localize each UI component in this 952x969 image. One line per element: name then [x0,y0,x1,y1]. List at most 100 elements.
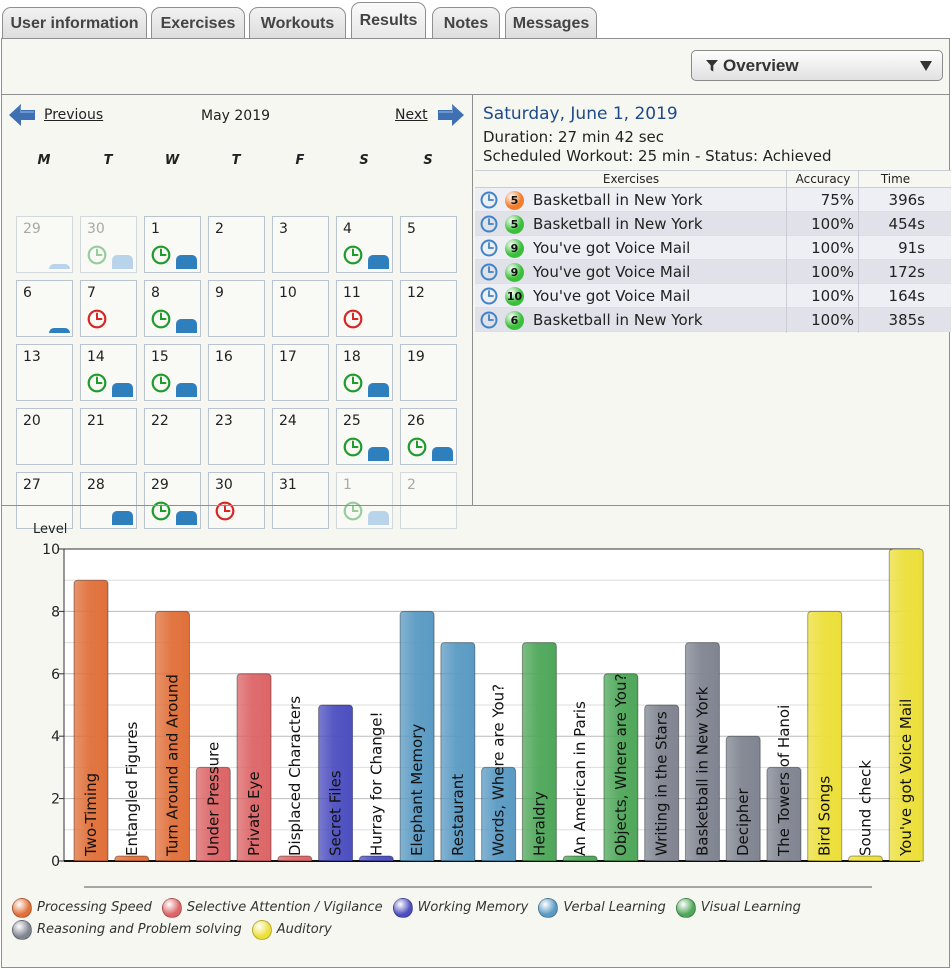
table-row[interactable]: 9 You've got Voice Mail 100% 91s [475,236,951,260]
arrow-right-icon[interactable] [438,103,464,127]
day-number: 20 [23,413,41,429]
exercise-name: You've got Voice Mail [533,287,691,305]
tab-notes[interactable]: Notes [432,7,500,40]
y-tick-label: 2 [51,792,60,808]
tab-user-information[interactable]: User information [2,7,147,40]
table-row[interactable]: 10 You've got Voice Mail 100% 164s [475,284,951,308]
calendar-day[interactable]: 11 [336,280,393,337]
weekday-label: W [164,153,180,168]
calendar-day[interactable]: 6 [16,280,73,337]
weekday-label: S [359,153,369,168]
legend-swatch [12,897,32,918]
day-number: 11 [343,285,361,301]
legend-swatch [538,897,559,918]
calendar-day[interactable]: 12 [400,280,457,337]
clock-icon [480,239,498,261]
day-number: 21 [87,413,105,429]
calendar-day[interactable]: 17 [272,344,329,401]
day-number: 6 [23,285,32,301]
bar-label: Restaurant [449,774,467,856]
calendar-day[interactable]: 20 [16,408,73,465]
filter-icon [706,60,718,72]
level-badge: 5 [505,191,524,210]
calendar-day[interactable]: 4 [336,216,393,273]
calendar-day[interactable]: 25 [336,408,393,465]
legend-label: Selective Attention / Vigilance [186,900,383,915]
day-number: 13 [23,349,41,365]
calendar-day[interactable]: 14 [80,344,137,401]
column-divider [786,170,787,333]
bar-label: Sound check [856,760,874,856]
duration-bar [112,383,133,397]
bar-label: Objects, Where are You? [612,674,630,856]
day-number: 3 [279,221,288,237]
table-row[interactable]: 5 Basketball in New York 100% 454s [475,212,951,236]
tab-bar: User information Exercises Workouts Resu… [0,0,952,40]
calendar-day[interactable]: 8 [144,280,201,337]
legend-item: Visual Learning [675,897,801,919]
completed-clock-icon [343,373,363,397]
accuracy-value: 100% [811,311,854,329]
calendar-day[interactable]: 24 [272,408,329,465]
clock-icon [480,263,498,285]
calendar-day[interactable]: 16 [208,344,265,401]
exercise-name: Basketball in New York [533,191,703,209]
time-value: 164s [888,287,925,305]
calendar-day[interactable]: 3 [272,216,329,273]
arrow-left-icon[interactable] [9,103,35,127]
calendar-day[interactable]: 10 [272,280,329,337]
day-number: 25 [343,413,361,429]
table-row[interactable]: 9 You've got Voice Mail 100% 172s [475,260,951,284]
legend-item: Auditory [251,919,332,941]
calendar-day[interactable]: 22 [144,408,201,465]
clock-icon [480,311,498,333]
calendar-day[interactable]: 9 [208,280,265,337]
level-bar-chart: 0 2 4 6 8 10 Level Two-Timing Entangled Figures T… [33,522,924,888]
bar-label: Basketball in New York [693,686,711,856]
duration-bar [368,383,389,397]
tab-exercises[interactable]: Exercises [151,7,245,40]
table-row[interactable]: 6 Basketball in New York 100% 385s [475,308,951,332]
duration-bar [176,383,197,397]
time-value: 91s [898,239,925,257]
weekday-label: M [37,153,51,168]
column-accuracy: Accuracy [795,172,851,186]
clock-icon [480,287,498,309]
scheduled-text: Scheduled Workout: 25 min - Status: Achi… [483,147,832,165]
day-number: 9 [215,285,224,301]
exercise-name: You've got Voice Mail [533,263,691,281]
calendar-day[interactable]: 7 [80,280,137,337]
calendar-day[interactable]: 19 [400,344,457,401]
calendar-day[interactable]: 1 [144,216,201,273]
accuracy-value: 100% [811,239,854,257]
bar-label: Elephant Memory [408,724,426,856]
tab-workouts[interactable]: Workouts [249,7,346,40]
calendar-day[interactable]: 30 [80,216,137,273]
exercise-name: Basketball in New York [533,215,703,233]
previous-month-link[interactable]: Previous [44,107,103,123]
calendar-day[interactable]: 26 [400,408,457,465]
calendar-day[interactable]: 29 [16,216,73,273]
level-badge: 5 [505,215,524,234]
legend-label: Verbal Learning [563,900,666,915]
calendar-day[interactable]: 21 [80,408,137,465]
calendar-day[interactable]: 15 [144,344,201,401]
calendar-day[interactable]: 18 [336,344,393,401]
tab-results[interactable]: Results [351,2,426,40]
calendar-day[interactable]: 23 [208,408,265,465]
calendar-day[interactable]: 2 [208,216,265,273]
next-month-link[interactable]: Next [395,107,428,123]
tab-messages[interactable]: Messages [505,7,597,40]
legend-item: Reasoning and Problem solving [12,919,242,941]
accuracy-value: 75% [820,191,854,209]
bar-label: You've got Voice Mail [897,699,915,857]
calendar-day[interactable]: 13 [16,344,73,401]
day-number: 24 [279,413,297,429]
time-value: 396s [888,191,925,209]
y-tick-label: 8 [51,604,60,620]
calendar-day[interactable]: 5 [400,216,457,273]
table-row[interactable]: 5 Basketball in New York 75% 396s [475,188,951,212]
exercise-name: Basketball in New York [533,311,703,329]
table-header: Exercises Accuracy Time [475,170,951,188]
view-select[interactable]: Overview [691,50,943,81]
